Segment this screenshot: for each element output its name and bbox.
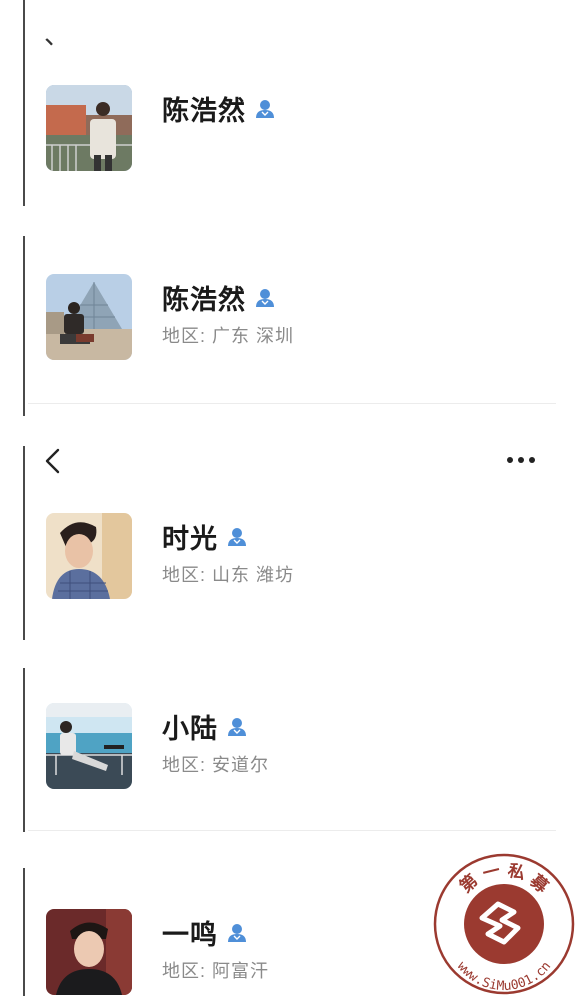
- watermark-stamp: 第 一 私 募 www.SiMu001.cn: [432, 852, 576, 996]
- contact-card[interactable]: 陈浩然: [46, 85, 546, 173]
- contact-name-row: 时光: [162, 517, 248, 556]
- section-divider: [28, 403, 556, 404]
- partial-back-mark: 、: [44, 20, 71, 50]
- verified-user-icon: [254, 98, 276, 120]
- more-button[interactable]: [504, 452, 538, 468]
- panel-edge-line: [23, 446, 25, 640]
- contact-region: 地区: 阿富汗: [162, 961, 270, 981]
- verified-user-icon: [226, 526, 248, 548]
- verified-user-icon: [226, 922, 248, 944]
- contact-card[interactable]: 陈浩然 地区: 广东 深圳: [46, 274, 546, 362]
- contact-region: 地区: 安道尔: [162, 755, 270, 775]
- contact-card[interactable]: 时光 地区: 山东 潍坊: [46, 513, 546, 601]
- contact-card[interactable]: 小陆 地区: 安道尔: [46, 703, 546, 791]
- more-horizontal-icon: [507, 457, 535, 463]
- contact-region: 地区: 山东 潍坊: [162, 565, 295, 585]
- verified-user-icon: [226, 716, 248, 738]
- avatar[interactable]: [46, 274, 132, 360]
- contact-name: 陈浩然: [162, 96, 246, 126]
- contact-name-row: 陈浩然: [162, 89, 276, 128]
- contact-name: 小陆: [162, 714, 218, 744]
- panel-edge-line: [23, 0, 25, 206]
- avatar[interactable]: [46, 703, 132, 789]
- panel-edge-line: [23, 868, 25, 996]
- back-button[interactable]: [42, 446, 64, 476]
- chevron-left-icon: [45, 448, 60, 474]
- section-divider: [28, 830, 556, 831]
- contact-name: 时光: [162, 524, 218, 554]
- contact-name: 一鸣: [162, 920, 218, 950]
- contact-name-row: 小陆: [162, 707, 248, 746]
- avatar[interactable]: [46, 909, 132, 995]
- avatar[interactable]: [46, 85, 132, 171]
- contact-name-row: 一鸣: [162, 913, 248, 952]
- verified-user-icon: [254, 287, 276, 309]
- avatar[interactable]: [46, 513, 132, 599]
- contact-name-row: 陈浩然: [162, 278, 276, 317]
- panel-edge-line: [23, 236, 25, 416]
- contact-name: 陈浩然: [162, 285, 246, 315]
- contact-region: 地区: 广东 深圳: [162, 326, 295, 346]
- panel-edge-line: [23, 668, 25, 832]
